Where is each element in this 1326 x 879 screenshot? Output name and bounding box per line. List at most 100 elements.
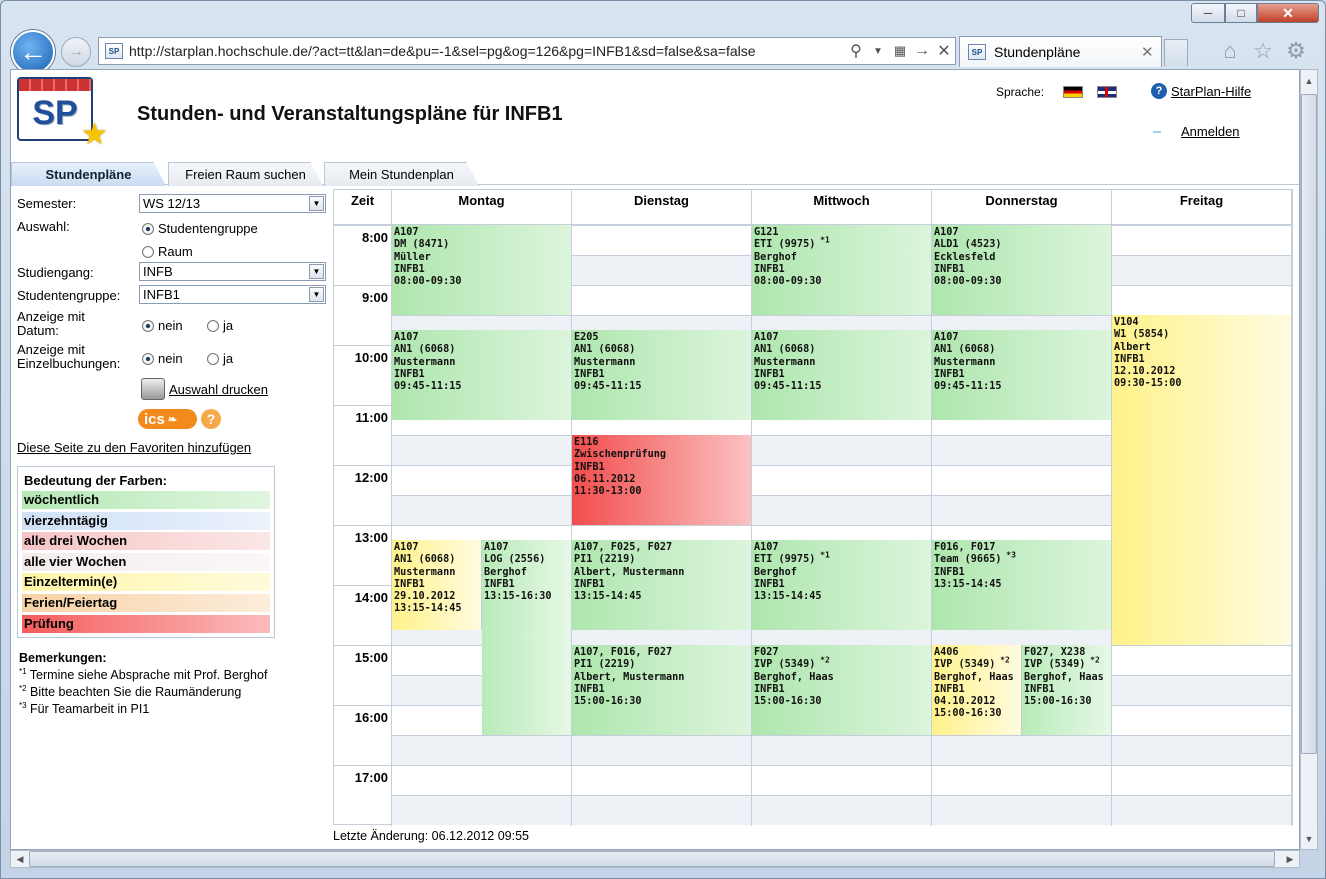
day-header: Freitag <box>1112 190 1292 225</box>
legend-item: Prüfung <box>22 614 270 633</box>
timetable-event[interactable]: F027 IVP (5349) *2 Berghof, Haas INFB1 15:00… <box>752 645 932 735</box>
key-icon: ⎯ <box>1153 122 1162 140</box>
radio-date-nein[interactable]: nein <box>142 318 183 333</box>
scroll-up-icon[interactable]: ▲ <box>1301 73 1317 89</box>
german-flag-icon[interactable] <box>1063 86 1083 98</box>
timetable-event[interactable]: E205 AN1 (6068) Mustermann INFB1 09:45-11:15 <box>572 330 752 420</box>
event-room: G121 <box>754 227 779 238</box>
timetable-event[interactable]: A107 LOG (2556) Berghof INFB1 13:15-16:30 <box>482 540 572 735</box>
browser-tab[interactable]: SP Stundenpläne ✕ <box>959 36 1162 67</box>
timetable-event[interactable]: V104 W1 (5854) Albert INFB1 12.10.2012 09:30-… <box>1112 315 1292 645</box>
help-link[interactable]: ? StarPlan-Hilfe <box>1151 83 1251 99</box>
close-tab-icon[interactable]: ✕ <box>1141 43 1161 61</box>
timetable-event[interactable]: A107 DM (8471) Müller INFB1 08:00-09:30 <box>392 225 572 315</box>
go-icon[interactable]: → <box>911 42 933 60</box>
radio-on-icon[interactable] <box>142 352 154 365</box>
search-icon[interactable]: ⚲ <box>845 41 867 61</box>
radio-on-icon[interactable] <box>142 319 154 332</box>
timetable-event[interactable]: A107, F025, F027 PI1 (2219) Albert, Muster… <box>572 540 752 630</box>
event-time: 13:15-14:45 <box>394 603 462 615</box>
radio-raum[interactable]: Raum <box>142 244 193 259</box>
timetable-event[interactable]: F027, X238 IVP (5349) *2 Berghof, Haas INFB… <box>1022 645 1112 735</box>
login-link[interactable]: ⎯ Anmelden <box>1153 122 1240 140</box>
scroll-right-icon[interactable]: ▶ <box>1282 851 1298 867</box>
event-mark: *1 <box>815 235 830 245</box>
event-group: INFB1 <box>484 578 515 590</box>
chevron-down-icon[interactable]: ▼ <box>309 264 324 279</box>
event-course: Zwischenprüfung <box>574 449 667 461</box>
url-text[interactable]: http://starplan.hochschule.de/?act=tt&la… <box>129 43 845 59</box>
star-icon[interactable]: ☆ <box>1250 38 1276 64</box>
timetable-event[interactable]: A107 AN1 (6068) Mustermann INFB1 09:45-11:15 <box>752 330 932 420</box>
scroll-down-icon[interactable]: ▼ <box>1301 831 1317 847</box>
timetable-event[interactable]: A406 IVP (5349) *2 Berghof, Haas INFB1 04.10… <box>932 645 1022 735</box>
radio-date-ja[interactable]: ja <box>207 318 233 333</box>
maximize-button[interactable]: □ <box>1225 3 1257 23</box>
legend-item: Ferien/Feiertag <box>22 593 270 612</box>
tab-mein-stundenplan[interactable]: Mein Stundenplan <box>324 162 479 186</box>
radio-on-icon[interactable] <box>142 222 154 235</box>
timetable: 8:00 9:00 10:00 11:00 12:00 13:00 14:00 15:00 16… <box>333 189 1293 826</box>
timetable-event[interactable]: F016, F017 Team (9665) *3 INFB1 13:15-14:45 <box>932 540 1112 630</box>
event-group: INFB1 <box>754 683 785 695</box>
event-course: ETI (9975) *1 <box>754 550 830 566</box>
radio-off-icon[interactable] <box>207 352 219 365</box>
event-course: IVP (5349) *2 <box>754 655 830 671</box>
address-bar[interactable]: SP http://starplan.hochschule.de/?act=tt… <box>98 37 956 65</box>
ics-export-button[interactable]: ics ❧ <box>138 409 197 429</box>
chevron-down-icon[interactable]: ▼ <box>309 196 324 211</box>
event-date: 12.10.2012 <box>1114 366 1176 378</box>
date-option-label: Anzeige mit Datum: <box>17 309 85 338</box>
vertical-scroll-thumb[interactable] <box>1301 94 1317 754</box>
timetable-event[interactable]: E116 Zwischenprüfung INFB1 06.11.2012 11:30-… <box>572 435 752 525</box>
tab-stundenplaene[interactable]: Stundenpläne <box>11 162 166 186</box>
dropdown-icon[interactable]: ▼ <box>867 46 889 57</box>
stop-icon[interactable]: ✕ <box>933 41 955 61</box>
event-person: Albert, Mustermann <box>574 671 685 683</box>
new-tab-button[interactable] <box>1164 39 1188 66</box>
timetable-event[interactable]: A107 ALD1 (4523) Ecklesfeld INFB1 08:00-09:3… <box>932 225 1112 315</box>
english-flag-icon[interactable] <box>1097 86 1117 98</box>
ics-help-icon[interactable]: ? <box>201 409 221 429</box>
login-label[interactable]: Anmelden <box>1181 124 1240 139</box>
event-group: INFB1 <box>754 263 785 275</box>
program-select[interactable]: INFB ▼ <box>139 262 326 281</box>
timetable-event[interactable]: A107 AN1 (6068) Mustermann INFB1 09:45-11:15 <box>932 330 1112 420</box>
tab-freien-raum[interactable]: Freien Raum suchen <box>168 162 323 186</box>
favorites-link[interactable]: Diese Seite zu den Favoriten hinzufügen <box>17 440 251 455</box>
page-title: Stunden- und Veranstaltungspläne für INF… <box>137 103 563 125</box>
home-icon[interactable]: ⌂ <box>1217 38 1243 64</box>
close-window-button[interactable]: ✕ <box>1257 3 1319 23</box>
gear-icon[interactable]: ⚙ <box>1283 38 1309 64</box>
radio-studentengruppe[interactable]: Studentengruppe <box>142 221 258 236</box>
chevron-down-icon[interactable]: ▼ <box>309 287 324 302</box>
event-time: 08:00-09:30 <box>394 276 462 288</box>
timetable-event[interactable]: A107, F016, F027 PI1 (2219) Albert, Muster… <box>572 645 752 735</box>
printer-icon[interactable] <box>141 378 165 400</box>
scroll-left-icon[interactable]: ◀ <box>12 851 28 867</box>
forward-icon[interactable]: → <box>61 37 91 67</box>
event-time: 13:15-16:30 <box>484 591 552 603</box>
help-label[interactable]: StarPlan-Hilfe <box>1171 84 1251 99</box>
radio-off-icon[interactable] <box>207 319 219 332</box>
semester-select[interactable]: WS 12/13 ▼ <box>139 194 326 213</box>
back-icon[interactable]: ← <box>11 30 55 74</box>
tab-title: Stundenpläne <box>994 44 1081 60</box>
timetable-event[interactable]: A107 ETI (9975) *1 Berghof INFB1 13:15-14:45 <box>752 540 932 630</box>
event-course: ETI (9975) *1 <box>754 235 830 251</box>
selection-label: Auswahl: <box>17 219 70 234</box>
timetable-event[interactable]: A107 AN1 (6068) Mustermann INFB1 09:45-11:15 <box>392 330 572 420</box>
minimize-button[interactable]: ─ <box>1191 3 1225 23</box>
timetable-event[interactable]: G121 ETI (9975) *1 Berghof INFB1 08:00-09:30 <box>752 225 932 315</box>
event-group: INFB1 <box>394 578 425 590</box>
print-link[interactable]: Auswahl drucken <box>169 382 268 397</box>
radio-single-ja[interactable]: ja <box>207 351 233 366</box>
group-select[interactable]: INFB1 ▼ <box>139 285 326 304</box>
event-date: 06.11.2012 <box>574 473 636 485</box>
compat-icon[interactable]: ▦ <box>889 43 911 59</box>
event-group: INFB1 <box>574 461 605 473</box>
radio-single-nein[interactable]: nein <box>142 351 183 366</box>
radio-off-icon[interactable] <box>142 245 154 258</box>
timetable-event[interactable]: A107 AN1 (6068) Mustermann INFB1 29.10.2012 1… <box>392 540 482 630</box>
horizontal-scroll-thumb[interactable] <box>29 851 1275 867</box>
